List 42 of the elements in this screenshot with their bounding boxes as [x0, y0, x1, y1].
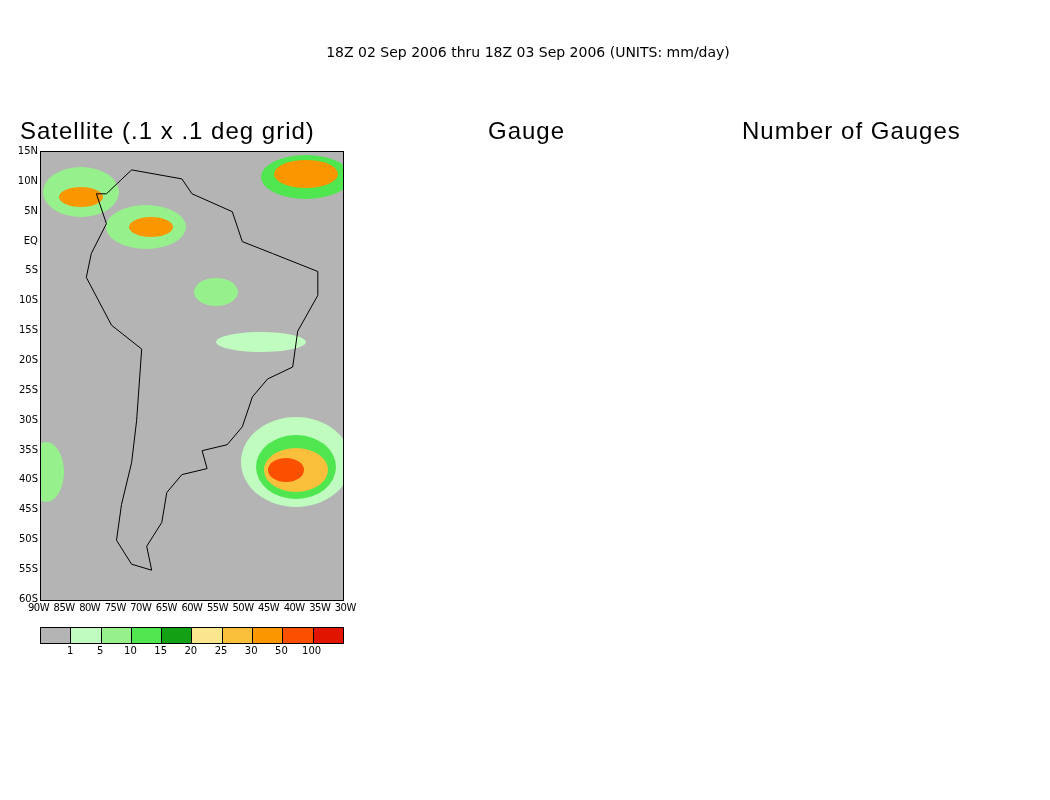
- scale-label: 5: [97, 644, 104, 658]
- scale-label: 20: [184, 644, 198, 658]
- longitude-label: 35W: [309, 601, 331, 615]
- latitude-label: 15N: [17, 145, 38, 157]
- panel-title: Number of Gauges: [742, 117, 961, 144]
- longitude-label: 65W: [155, 601, 177, 615]
- longitude-label: 50W: [232, 601, 254, 615]
- latitude-label: 60S: [18, 592, 38, 604]
- scale-label: 30: [244, 644, 258, 658]
- latitude-label: 10S: [18, 294, 38, 307]
- latitude-label: 20S: [18, 354, 38, 366]
- scale-label: 1: [66, 644, 74, 658]
- longitude-label: 30W: [334, 601, 356, 615]
- latitude-label: 15S: [18, 324, 38, 337]
- scale-label: 25: [214, 644, 228, 658]
- panel-title: Gauge: [488, 117, 566, 144]
- latitude-label: 50S: [18, 533, 38, 546]
- longitude-label: 40W: [283, 601, 305, 615]
- latitude-label: 30S: [18, 413, 38, 426]
- latitude-label: 5S: [25, 264, 38, 277]
- latitude-label: 55S: [18, 563, 38, 576]
- longitude-label: 85W: [53, 601, 75, 615]
- longitude-label: 80W: [79, 601, 101, 615]
- longitude-label: 60W: [181, 601, 203, 615]
- latitude-label: 45S: [18, 503, 38, 516]
- latitude-label: 35S: [18, 443, 38, 456]
- panel-title: Satellite (.1 x .1 deg grid): [20, 117, 315, 144]
- latitude-label: 40S: [18, 473, 38, 486]
- latitude-label: 10N: [17, 174, 38, 187]
- plot-title: 18Z 02 Sep 2006 thru 18Z 03 Sep 2006 (UNITS: mm/day): [325, 43, 730, 62]
- latitude-label: EQ: [23, 234, 38, 247]
- longitude-label: 45W: [258, 601, 280, 615]
- longitude-label: 90W: [28, 602, 50, 615]
- scale-label: 100: [302, 644, 322, 658]
- longitude-label: 75W: [104, 601, 126, 615]
- longitude-label: 55W: [206, 601, 229, 615]
- longitude-label: 70W: [130, 601, 152, 615]
- latitude-label: 5N: [24, 204, 38, 217]
- latitude-label: 25S: [18, 383, 38, 396]
- scale-label: 10: [124, 644, 137, 658]
- scale-label: 15: [154, 644, 167, 658]
- scale-label: 50: [275, 644, 288, 658]
